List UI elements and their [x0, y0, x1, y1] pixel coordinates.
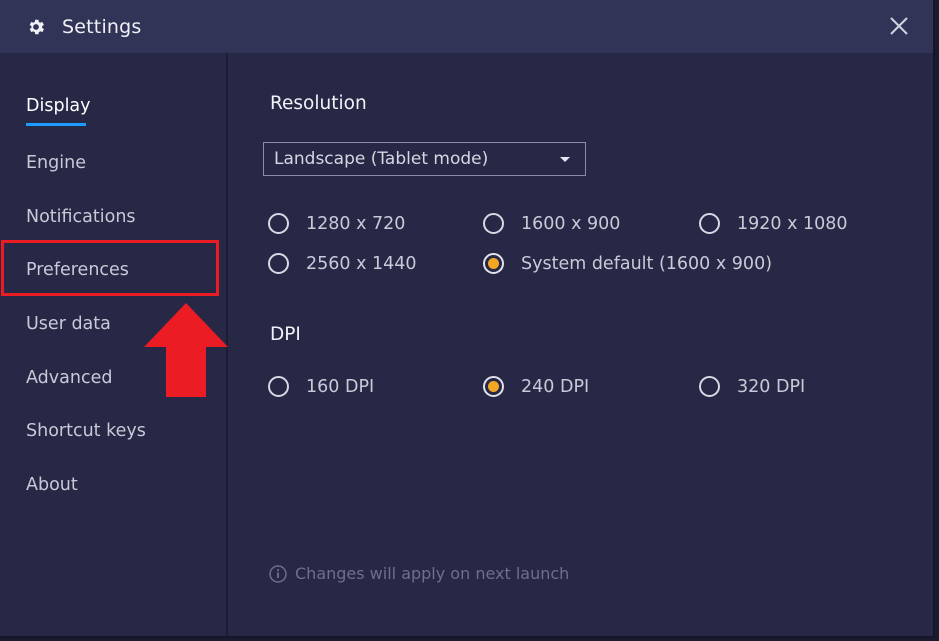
sidebar-item-about[interactable]: About [26, 475, 78, 495]
radio-label: 2560 x 1440 [306, 253, 417, 274]
resolution-heading: Resolution [270, 93, 367, 114]
radio-button-icon [268, 376, 289, 397]
dropdown-selected-value: Landscape (Tablet mode) [274, 149, 489, 169]
sidebar-item-display[interactable]: Display [26, 96, 91, 116]
radio-label: 160 DPI [306, 376, 375, 397]
title-bar: Settings [0, 0, 933, 53]
radio-2560x1440[interactable]: 2560 x 1440 [268, 253, 417, 274]
radio-button-icon [699, 376, 720, 397]
gear-icon [25, 16, 47, 38]
info-icon [269, 564, 287, 583]
radio-button-icon [268, 253, 289, 274]
radio-label: System default (1600 x 900) [521, 253, 773, 274]
annotation-highlight-box [1, 240, 219, 296]
radio-label: 1920 x 1080 [737, 213, 848, 234]
radio-system-default[interactable]: System default (1600 x 900) [483, 253, 772, 274]
radio-button-icon [483, 213, 504, 234]
radio-label: 1600 x 900 [521, 213, 621, 234]
sidebar-item-engine[interactable]: Engine [26, 153, 86, 173]
chevron-down-icon [560, 157, 570, 162]
radio-240-dpi[interactable]: 240 DPI [483, 376, 589, 397]
close-icon[interactable] [889, 16, 909, 36]
annotation-arrow-icon [144, 303, 228, 397]
orientation-dropdown[interactable]: Landscape (Tablet mode) [263, 142, 586, 176]
dpi-heading: DPI [270, 324, 301, 345]
sidebar-item-user-data[interactable]: User data [26, 314, 111, 334]
radio-button-icon [268, 213, 289, 234]
restart-notice-text: Changes will apply on next launch [295, 564, 570, 583]
radio-selected-dot [488, 381, 499, 392]
window-title: Settings [62, 15, 142, 38]
active-tab-indicator [26, 123, 86, 126]
settings-window: Settings Display Engine Notifications Pr… [0, 0, 935, 638]
radio-1920x1080[interactable]: 1920 x 1080 [699, 213, 848, 234]
radio-label: 240 DPI [521, 376, 590, 397]
radio-button-checked-icon [483, 253, 504, 274]
radio-button-icon [699, 213, 720, 234]
radio-1280x720[interactable]: 1280 x 720 [268, 213, 405, 234]
sidebar-item-shortcut-keys[interactable]: Shortcut keys [26, 421, 146, 441]
sidebar-item-advanced[interactable]: Advanced [26, 368, 112, 388]
radio-label: 1280 x 720 [306, 213, 406, 234]
radio-selected-dot [488, 258, 499, 269]
radio-label: 320 DPI [737, 376, 806, 397]
radio-160-dpi[interactable]: 160 DPI [268, 376, 374, 397]
radio-320-dpi[interactable]: 320 DPI [699, 376, 805, 397]
restart-notice: Changes will apply on next launch [269, 564, 569, 583]
radio-1600x900[interactable]: 1600 x 900 [483, 213, 620, 234]
radio-button-checked-icon [483, 376, 504, 397]
sidebar-item-notifications[interactable]: Notifications [26, 207, 136, 227]
display-settings-panel: Resolution Landscape (Tablet mode) 1280 … [228, 53, 933, 636]
